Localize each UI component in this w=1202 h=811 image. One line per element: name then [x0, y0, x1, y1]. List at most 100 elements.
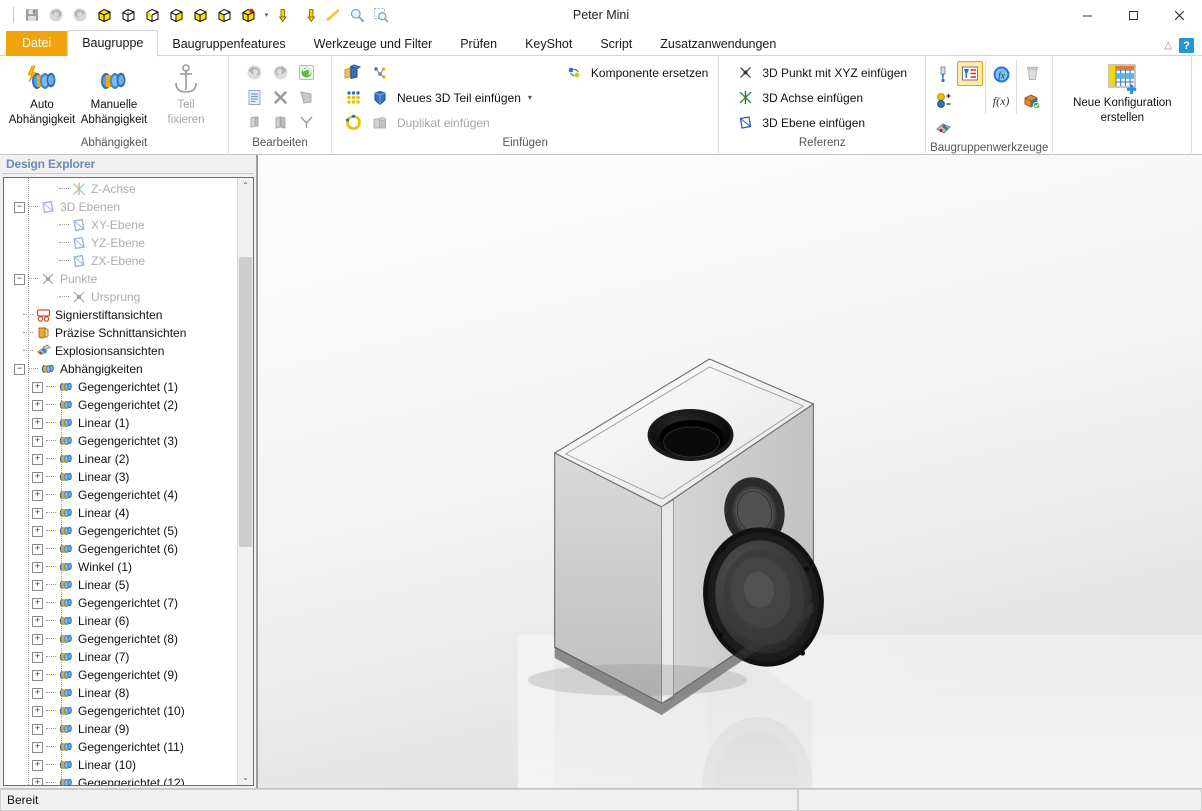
tree-expand-icon[interactable]: + [32, 706, 43, 717]
tree-expand-icon[interactable]: + [32, 544, 43, 555]
tab-keyshot[interactable]: KeyShot [511, 32, 586, 56]
maximize-button[interactable] [1110, 0, 1156, 30]
tab-datei[interactable]: Datei [6, 31, 67, 56]
anchor-part-button[interactable]: Teil fixieren [150, 60, 222, 127]
scroll-track[interactable] [238, 193, 253, 770]
view-wireframe-icon[interactable] [117, 4, 139, 26]
tree-item[interactable]: +Gegengerichtet (4) [4, 486, 237, 504]
bom-table-icon[interactable] [957, 61, 983, 86]
zoom-window-icon[interactable] [370, 4, 392, 26]
tree-item[interactable]: Ursprung [4, 288, 237, 306]
refresh-green-icon[interactable] [294, 61, 318, 84]
rotate-right-icon[interactable] [298, 4, 320, 26]
tree-expand-icon[interactable]: + [32, 508, 43, 519]
undo-icon[interactable] [45, 4, 67, 26]
delete-icon[interactable] [268, 86, 292, 109]
tree-item[interactable]: −3D Ebenen [4, 198, 237, 216]
tree-item[interactable]: +Linear (10) [4, 756, 237, 774]
regenerate-icon[interactable] [242, 61, 266, 84]
tree-item[interactable]: +Gegengerichtet (7) [4, 594, 237, 612]
insert-3d-plane-row[interactable]: 3D Ebene einfügen [733, 110, 911, 135]
close-button[interactable] [1156, 0, 1202, 30]
tree-collapse-icon[interactable]: − [14, 202, 25, 213]
tree-item[interactable]: Explosionsansichten [4, 342, 237, 360]
tree-expand-icon[interactable]: + [32, 436, 43, 447]
tree-item[interactable]: Signierstiftansichten [4, 306, 237, 324]
tree-item[interactable]: +Linear (1) [4, 414, 237, 432]
insert-part-icon[interactable] [341, 61, 365, 84]
view-shaded-edges-icon[interactable] [165, 4, 187, 26]
view-wire-shaded-icon[interactable] [213, 4, 235, 26]
rotate-left-icon[interactable] [274, 4, 296, 26]
tree-item[interactable]: ZX-Ebene [4, 252, 237, 270]
help-icon[interactable]: ? [1179, 38, 1194, 53]
tree-item[interactable]: +Gegengerichtet (8) [4, 630, 237, 648]
tree-item[interactable]: +Linear (8) [4, 684, 237, 702]
tree-expand-icon[interactable]: + [32, 670, 43, 681]
scroll-thumb[interactable] [239, 257, 252, 547]
pattern-icon[interactable] [242, 111, 266, 134]
tree-expand-icon[interactable]: + [32, 580, 43, 591]
tree-expand-icon[interactable]: + [32, 382, 43, 393]
view-shaded-icon[interactable] [93, 4, 115, 26]
zoom-icon[interactable] [346, 4, 368, 26]
tree-expand-icon[interactable]: + [32, 760, 43, 771]
view-render-icon[interactable] [237, 4, 259, 26]
tree-item[interactable]: +Linear (5) [4, 576, 237, 594]
tree-item[interactable]: +Linear (9) [4, 720, 237, 738]
edit-properties-icon[interactable] [242, 86, 266, 109]
tree-item[interactable]: +Winkel (1) [4, 558, 237, 576]
minimize-button[interactable] [1064, 0, 1110, 30]
redo-icon[interactable] [69, 4, 91, 26]
3d-viewport[interactable] [257, 155, 1202, 788]
merge-icon[interactable] [294, 111, 318, 134]
physical-props-icon[interactable] [932, 116, 956, 139]
insert-duplicate-row[interactable]: Duplikat einfügen [368, 110, 536, 135]
save-icon[interactable] [21, 4, 43, 26]
tree-item[interactable]: +Gegengerichtet (5) [4, 522, 237, 540]
tree-scrollbar[interactable]: ⌃ ⌄ [237, 178, 253, 785]
tree-expand-icon[interactable]: + [32, 652, 43, 663]
tree-item[interactable]: XY-Ebene [4, 216, 237, 234]
tree-expand-icon[interactable]: + [32, 454, 43, 465]
scroll-down-arrow[interactable]: ⌄ [238, 770, 253, 785]
view-dropdown-caret[interactable]: ▾ [261, 4, 272, 26]
view-hidden-line-icon[interactable] [141, 4, 163, 26]
tree-expand-icon[interactable]: + [32, 400, 43, 411]
insert-3d-axis-row[interactable]: 3D Achse einfügen [733, 85, 911, 110]
view-hidden-gray-icon[interactable] [189, 4, 211, 26]
tree-item[interactable]: Präzise Schnittansichten [4, 324, 237, 342]
material-icon[interactable] [1020, 89, 1044, 112]
tree-item[interactable]: YZ-Ebene [4, 234, 237, 252]
tree-item[interactable]: Z-Achse [4, 180, 237, 198]
tree-expand-icon[interactable]: + [32, 634, 43, 645]
tree-expand-icon[interactable]: + [32, 562, 43, 573]
tree-item[interactable]: +Gegengerichtet (11) [4, 738, 237, 756]
tree-item[interactable]: +Gegengerichtet (6) [4, 540, 237, 558]
tree-collapse-icon[interactable]: − [14, 274, 25, 285]
suppress-icon[interactable] [294, 86, 318, 109]
tree-item[interactable]: −Abhängigkeiten [4, 360, 237, 378]
pattern-grid-icon[interactable] [341, 86, 365, 109]
collapse-ribbon-icon[interactable]: △ [1164, 40, 1172, 51]
tab-baugruppenfeatures[interactable]: Baugruppenfeatures [158, 32, 299, 56]
tree-item[interactable]: +Gegengerichtet (3) [4, 432, 237, 450]
new-configuration-button[interactable]: Neue Konfiguration erstellen [1067, 60, 1177, 125]
tree-item[interactable]: +Linear (3) [4, 468, 237, 486]
trash-icon[interactable] [1020, 62, 1044, 85]
variable-icon[interactable] [932, 89, 956, 112]
insert-component-row[interactable] [368, 60, 536, 85]
tree-item[interactable]: +Linear (2) [4, 450, 237, 468]
tree-expand-icon[interactable]: + [32, 616, 43, 627]
tree-collapse-icon[interactable]: − [14, 364, 25, 375]
tree-item[interactable]: +Gegengerichtet (12) [4, 774, 237, 785]
equation-icon[interactable]: fx [989, 60, 1013, 88]
tree-expand-icon[interactable]: + [32, 778, 43, 786]
tree-expand-icon[interactable]: + [32, 490, 43, 501]
scroll-up-arrow[interactable]: ⌃ [238, 178, 253, 193]
measure-icon[interactable] [932, 62, 956, 85]
tree-item[interactable]: +Linear (4) [4, 504, 237, 522]
insert-3d-point-row[interactable]: 3D Punkt mit XYZ einfügen [733, 60, 911, 85]
tree-expand-icon[interactable]: + [32, 598, 43, 609]
tree-item[interactable]: +Linear (6) [4, 612, 237, 630]
